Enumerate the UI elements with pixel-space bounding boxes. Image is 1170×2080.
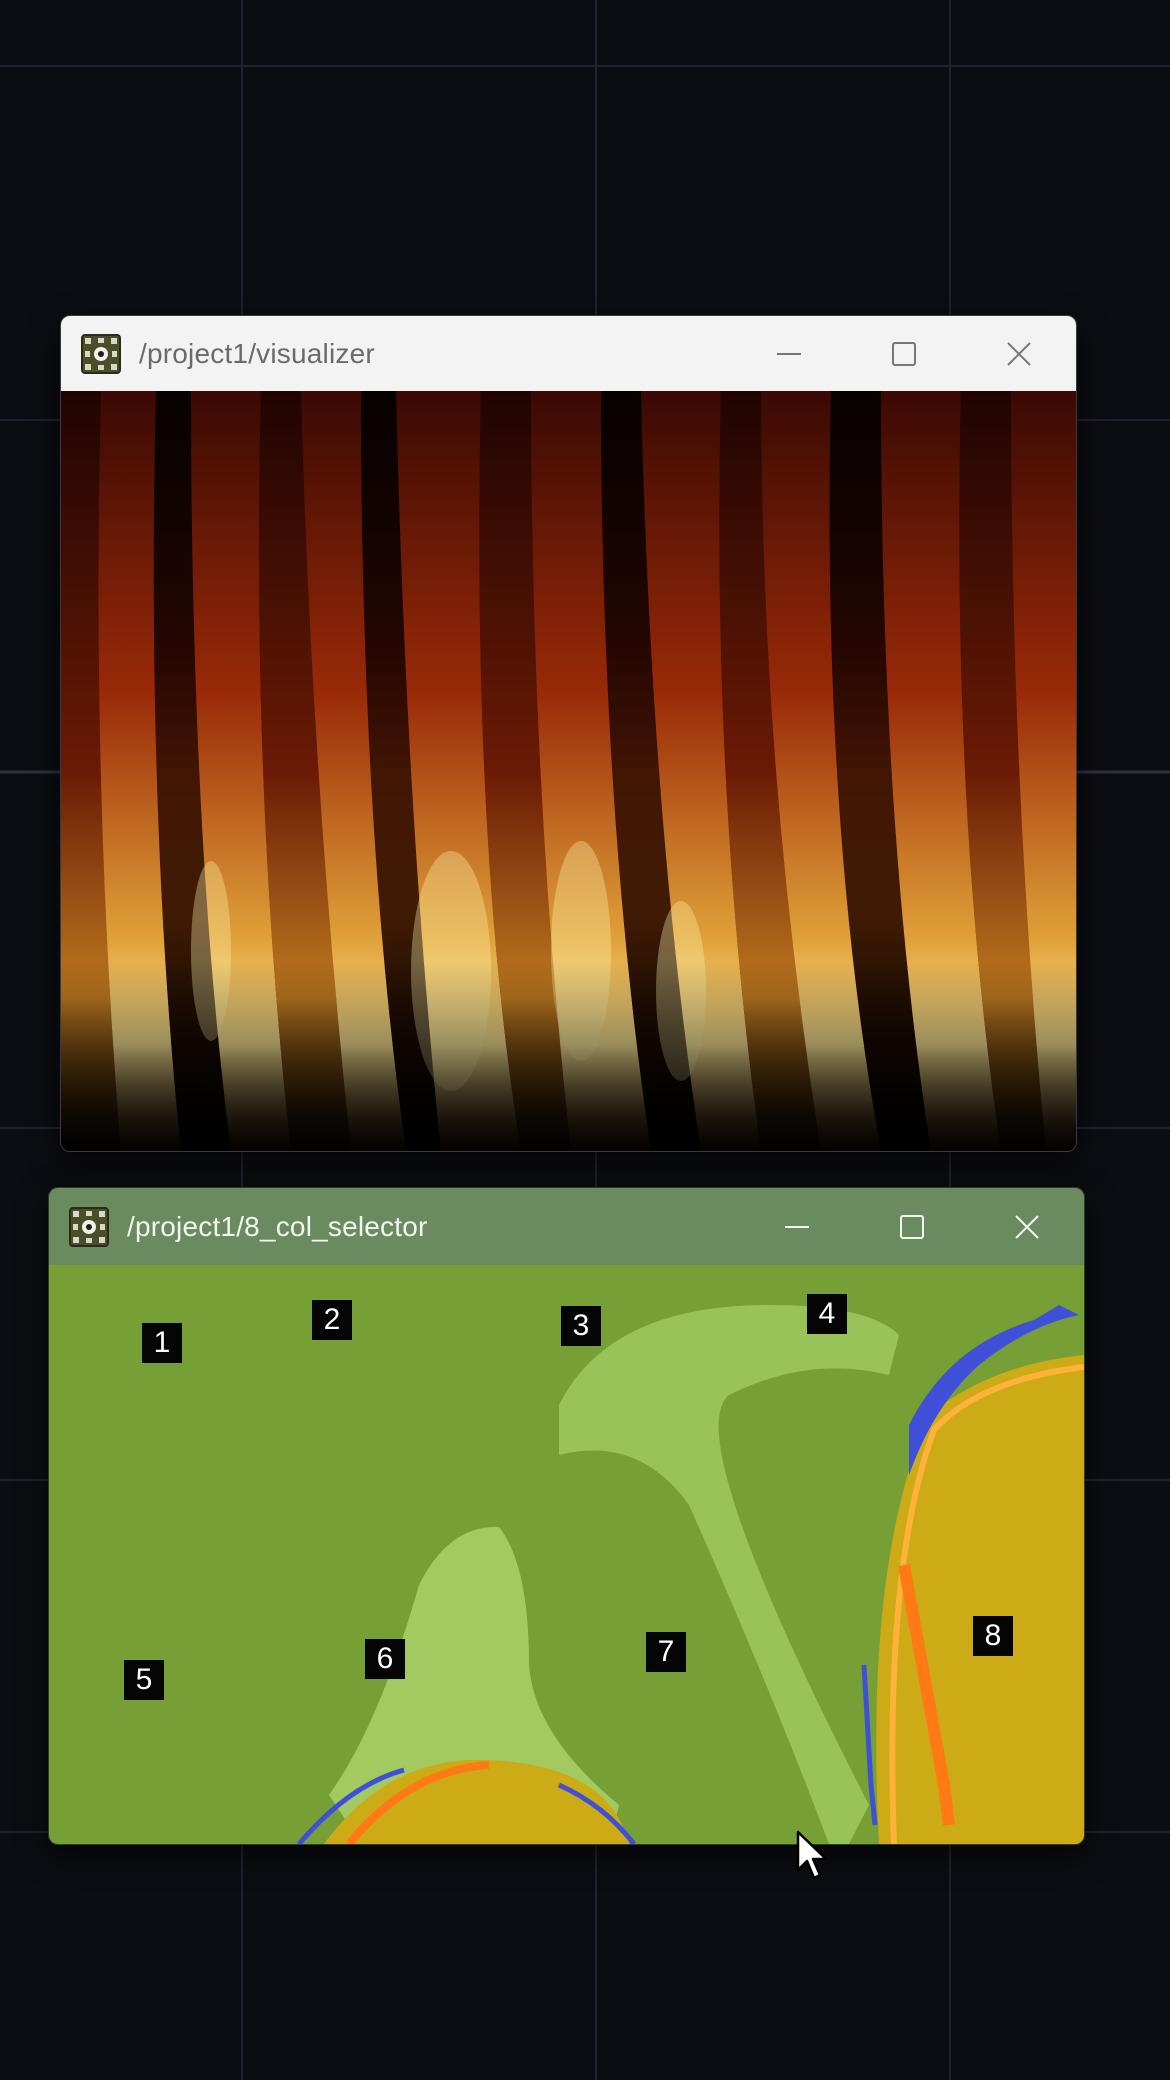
col-selector-title: /project1/8_col_selector <box>127 1210 428 1242</box>
minimize-button[interactable] <box>731 316 846 391</box>
close-icon <box>1014 1214 1039 1239</box>
color-marker-8[interactable]: 8 <box>973 1616 1013 1656</box>
color-marker-6[interactable]: 6 <box>365 1639 405 1679</box>
color-marker-3[interactable]: 3 <box>561 1306 601 1346</box>
color-marker-1[interactable]: 1 <box>142 1323 182 1363</box>
color-marker-7[interactable]: 7 <box>646 1632 686 1672</box>
col-selector-titlebar[interactable]: /project1/8_col_selector <box>49 1188 1084 1265</box>
color-marker-4[interactable]: 4 <box>807 1294 847 1334</box>
minimize-button[interactable] <box>739 1188 854 1265</box>
col-selector-viewport[interactable]: 1 2 3 4 5 6 7 8 <box>49 1265 1084 1844</box>
minimize-icon <box>776 352 801 355</box>
close-button[interactable] <box>961 316 1076 391</box>
maximize-icon <box>891 341 916 366</box>
visualizer-titlebar[interactable]: /project1/visualizer <box>61 316 1076 391</box>
maximize-icon <box>899 1214 924 1239</box>
visualizer-viewport[interactable] <box>61 391 1076 1151</box>
col-selector-window[interactable]: /project1/8_col_selector 1 2 3 4 5 6 7 8 <box>48 1187 1085 1845</box>
visualizer-title: /project1/visualizer <box>139 337 375 369</box>
maximize-button[interactable] <box>854 1188 969 1265</box>
maximize-button[interactable] <box>846 316 961 391</box>
minimize-icon <box>784 1225 809 1228</box>
touchdesigner-app-icon <box>81 333 121 374</box>
color-field-render <box>49 1265 1084 1844</box>
close-icon <box>1006 341 1031 366</box>
close-button[interactable] <box>969 1188 1084 1265</box>
visualizer-window[interactable]: /project1/visualizer <box>60 315 1077 1152</box>
mouse-cursor-icon <box>796 1830 828 1880</box>
flame-curtain-render <box>61 391 1076 1151</box>
color-marker-5[interactable]: 5 <box>124 1660 164 1700</box>
touchdesigner-app-icon <box>69 1206 109 1247</box>
color-marker-2[interactable]: 2 <box>312 1300 352 1340</box>
